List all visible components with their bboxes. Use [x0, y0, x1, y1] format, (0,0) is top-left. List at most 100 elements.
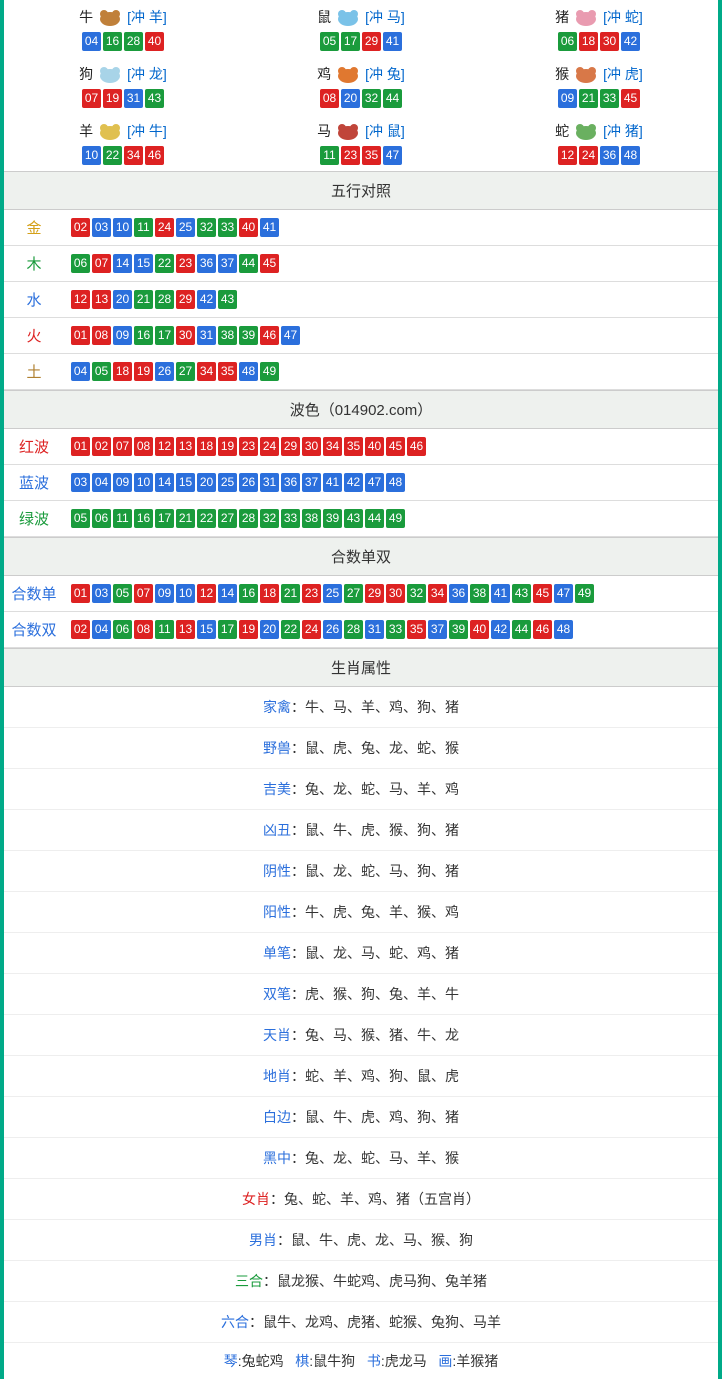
number-ball: 16 [134, 326, 153, 345]
zodiac-cell: 狗[冲 龙]07193143 [4, 57, 242, 114]
number-ball: 44 [365, 509, 384, 528]
number-ball: 33 [218, 218, 237, 237]
row-balls: 02031011242532334041 [64, 210, 718, 246]
number-ball: 45 [386, 437, 405, 456]
number-ball: 32 [260, 509, 279, 528]
number-ball: 23 [239, 437, 258, 456]
number-ball: 28 [239, 509, 258, 528]
zodiac-cell: 牛[冲 羊]04162840 [4, 0, 242, 57]
zodiac-name: 鸡 [317, 64, 331, 84]
number-ball: 13 [176, 437, 195, 456]
number-ball: 30 [302, 437, 321, 456]
number-ball: 40 [365, 437, 384, 456]
number-ball: 31 [197, 326, 216, 345]
number-ball: 31 [365, 620, 384, 639]
number-ball: 14 [155, 473, 174, 492]
zodiac-cell: 鼠[冲 马]05172941 [242, 0, 480, 57]
number-ball: 09 [113, 473, 132, 492]
number-ball: 37 [428, 620, 447, 639]
number-ball: 25 [176, 218, 195, 237]
table-row: 水1213202128294243 [4, 282, 718, 318]
zodiac-name: 猪 [555, 7, 569, 27]
number-ball: 31 [260, 473, 279, 492]
number-ball: 33 [386, 620, 405, 639]
number-ball: 48 [621, 146, 640, 165]
table-row: 火0108091617303138394647 [4, 318, 718, 354]
number-ball: 19 [134, 362, 153, 381]
number-ball: 36 [449, 584, 468, 603]
attr-label: 凶丑 [263, 822, 291, 838]
number-ball: 32 [362, 89, 381, 108]
number-ball: 10 [113, 218, 132, 237]
number-ball: 35 [344, 437, 363, 456]
number-ball: 38 [470, 584, 489, 603]
number-ball: 24 [302, 620, 321, 639]
row-balls: 05061116172122272832333839434449 [64, 501, 718, 537]
row-balls: 0102070812131819232429303435404546 [64, 429, 718, 465]
attr-row: 双笔：虎、猴、狗、兔、羊、牛 [4, 974, 718, 1015]
attr-value: ：兔、龙、蛇、马、羊、猴 [291, 1150, 459, 1166]
number-ball: 41 [491, 584, 510, 603]
number-ball: 12 [197, 584, 216, 603]
attr-row: 男肖：鼠、牛、虎、龙、马、猴、狗 [4, 1220, 718, 1261]
number-ball: 07 [92, 254, 111, 273]
zodiac-icon [571, 6, 601, 28]
attr-value: ：鼠龙猴、牛蛇鸡、虎马狗、兔羊猪 [263, 1273, 487, 1289]
number-ball: 02 [92, 437, 111, 456]
number-ball: 37 [218, 254, 237, 273]
table-row: 合数双0204060811131517192022242628313335373… [4, 612, 718, 648]
attr-row: 凶丑：鼠、牛、虎、猴、狗、猪 [4, 810, 718, 851]
zodiac-icon [95, 6, 125, 28]
number-ball: 28 [155, 290, 174, 309]
zodiac-balls: 12243648 [480, 146, 718, 165]
table-row: 红波0102070812131819232429303435404546 [4, 429, 718, 465]
attr-row: 六合：鼠牛、龙鸡、虎猪、蛇猴、兔狗、马羊 [4, 1302, 718, 1343]
number-ball: 43 [218, 290, 237, 309]
zodiac-clash: [冲 蛇] [603, 7, 643, 27]
number-ball: 22 [197, 509, 216, 528]
number-ball: 05 [320, 32, 339, 51]
number-ball: 33 [600, 89, 619, 108]
attr-value: ：牛、虎、兔、羊、猴、鸡 [291, 904, 459, 920]
number-ball: 14 [113, 254, 132, 273]
number-ball: 08 [320, 89, 339, 108]
number-ball: 35 [362, 146, 381, 165]
number-ball: 10 [82, 146, 101, 165]
table-row: 合数单0103050709101214161821232527293032343… [4, 576, 718, 612]
number-ball: 38 [218, 326, 237, 345]
attr-label: 单笔 [263, 945, 291, 961]
number-ball: 36 [197, 254, 216, 273]
zodiac-cell: 鸡 [冲 兔] 08203244 [242, 57, 480, 114]
number-ball: 04 [71, 362, 90, 381]
number-ball: 49 [260, 362, 279, 381]
number-ball: 11 [113, 509, 132, 528]
number-ball: 34 [124, 146, 143, 165]
row-label: 土 [4, 354, 64, 390]
number-ball: 21 [134, 290, 153, 309]
zodiac-clash: [冲 鼠] [365, 121, 405, 141]
number-ball: 24 [579, 146, 598, 165]
number-ball: 10 [134, 473, 153, 492]
number-ball: 39 [323, 509, 342, 528]
attr-label: 地肖 [263, 1068, 291, 1084]
number-ball: 30 [600, 32, 619, 51]
number-ball: 13 [176, 620, 195, 639]
attr-row: 三合：鼠龙猴、牛蛇鸡、虎马狗、兔羊猪 [4, 1261, 718, 1302]
number-ball: 44 [383, 89, 402, 108]
number-ball: 31 [124, 89, 143, 108]
number-ball: 04 [92, 620, 111, 639]
zodiac-clash: [冲 兔] [365, 64, 405, 84]
number-ball: 39 [239, 326, 258, 345]
row-label: 金 [4, 210, 64, 246]
attr-value: ：兔、蛇、羊、鸡、猪（五宫肖） [270, 1191, 480, 1207]
section-bose-title: 波色（014902.com） [4, 390, 718, 429]
number-ball: 46 [407, 437, 426, 456]
zodiac-balls: 06183042 [480, 32, 718, 51]
attr-label: 吉美 [263, 781, 291, 797]
row-label: 合数双 [4, 612, 64, 648]
number-ball: 34 [323, 437, 342, 456]
attr-value: ：鼠、龙、蛇、马、狗、猪 [291, 863, 459, 879]
number-ball: 20 [341, 89, 360, 108]
attr-value: ：鼠、牛、虎、鸡、狗、猪 [291, 1109, 459, 1125]
row-balls: 1213202128294243 [64, 282, 718, 318]
